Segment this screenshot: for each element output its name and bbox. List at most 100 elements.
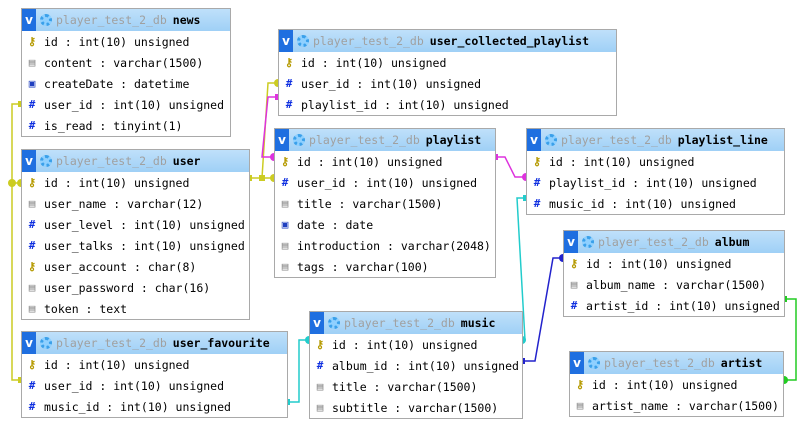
column-row[interactable]: ▤ user_password : char(16) (22, 277, 249, 298)
collapse-toggle-button[interactable]: v (279, 30, 293, 52)
database-name: player_test_2_db (598, 235, 709, 249)
column-row[interactable]: ⚷ id : int(10) unsigned (22, 172, 249, 193)
column-row[interactable]: ▤ tags : varchar(100) (275, 256, 495, 277)
column-label: user_id : int(10) unsigned (44, 97, 225, 112)
column-row[interactable]: ▤ title : varchar(1500) (310, 376, 522, 397)
table-music[interactable]: v player_test_2_db music ⚷ id : int(10) unsi… (309, 311, 523, 419)
column-row[interactable]: ⚷ id : int(10) unsigned (570, 374, 783, 395)
column-row[interactable]: ⚷ id : int(10) unsigned (279, 52, 616, 73)
column-row[interactable]: # artist_id : int(10) unsigned (564, 295, 784, 316)
gear-icon[interactable] (40, 14, 52, 26)
collapse-toggle-button[interactable]: v (310, 312, 324, 334)
collapse-toggle-button[interactable]: v (275, 129, 289, 151)
text-column-icon: ▤ (281, 239, 289, 252)
column-row[interactable]: # user_talks : int(10) unsigned (22, 235, 249, 256)
column-row[interactable]: ⚷ user_account : char(8) (22, 256, 249, 277)
numeric-column-icon: # (28, 98, 36, 111)
column-row[interactable]: # user_id : int(10) unsigned (22, 375, 287, 396)
column-row[interactable]: # user_id : int(10) unsigned (279, 73, 616, 94)
column-row[interactable]: ▤ subtitle : varchar(1500) (310, 397, 522, 418)
table-user-collected-playlist[interactable]: v player_test_2_db user_collected_playlist… (278, 29, 617, 116)
collapse-toggle-button[interactable]: v (527, 129, 541, 151)
table-name: news (172, 13, 201, 27)
table-artist[interactable]: v player_test_2_db artist ⚷ id : int(10) uns… (569, 351, 784, 417)
primary-key-icon: ⚷ (315, 338, 325, 351)
relation-line-playlist[interactable] (495, 156, 526, 178)
table-header[interactable]: v player_test_2_db user_favourite (22, 332, 287, 354)
column-label: playlist_id : int(10) unsigned (301, 97, 509, 112)
table-name: user_favourite (172, 336, 270, 350)
collapse-toggle-button[interactable]: v (22, 9, 36, 31)
gear-icon[interactable] (297, 35, 309, 47)
relation-news-user[interactable] (11, 103, 21, 184)
collapse-toggle-button[interactable]: v (570, 352, 584, 374)
column-row[interactable]: # user_level : int(10) unsigned (22, 214, 249, 235)
column-row[interactable]: ▣ date : date (275, 214, 495, 235)
column-row[interactable]: ▣ createDate : datetime (22, 73, 230, 94)
column-row[interactable]: # album_id : int(10) unsigned (310, 355, 522, 376)
table-playlist-line[interactable]: v player_test_2_db playlist_line ⚷ id : int(… (526, 128, 785, 215)
column-row[interactable]: # music_id : int(10) unsigned (22, 396, 287, 417)
column-row[interactable]: ⚷ id : int(10) unsigned (527, 151, 784, 172)
gear-icon[interactable] (588, 357, 600, 369)
table-header[interactable]: v player_test_2_db album (564, 231, 784, 253)
collapse-toggle-button[interactable]: v (564, 231, 578, 253)
gear-icon[interactable] (328, 317, 340, 329)
column-row[interactable]: ▤ title : varchar(1500) (275, 193, 495, 214)
collapse-toggle-button[interactable]: v (22, 150, 36, 172)
table-header[interactable]: v player_test_2_db artist (570, 352, 783, 374)
column-row[interactable]: ▤ content : varchar(1500) (22, 52, 230, 73)
column-row[interactable]: ⚷ id : int(10) unsigned (275, 151, 495, 172)
table-header[interactable]: v player_test_2_db playlist_line (527, 129, 784, 151)
table-user[interactable]: v player_test_2_db user ⚷ id : int(10) unsig… (21, 149, 250, 320)
column-row[interactable]: ⚷ id : int(10) unsigned (310, 334, 522, 355)
column-row[interactable]: # is_read : tinyint(1) (22, 115, 230, 136)
gear-icon[interactable] (582, 236, 594, 248)
column-row[interactable]: ⚷ id : int(10) unsigned (22, 31, 230, 52)
table-user-favourite[interactable]: v player_test_2_db user_favourite ⚷ id : int… (21, 331, 288, 418)
column-row[interactable]: ▤ artist_name : varchar(1500) (570, 395, 783, 416)
text-column-icon: ▤ (28, 281, 36, 294)
table-header[interactable]: v player_test_2_db news (22, 9, 230, 31)
column-label: artist_id : int(10) unsigned (586, 298, 780, 313)
column-row[interactable]: # user_id : int(10) unsigned (275, 172, 495, 193)
table-header[interactable]: v player_test_2_db user_collected_playlist (279, 30, 616, 52)
relation-music-album[interactable] (522, 257, 563, 362)
gear-icon[interactable] (545, 134, 557, 146)
column-row[interactable]: # music_id : int(10) unsigned (527, 193, 784, 214)
column-row[interactable]: # user_id : int(10) unsigned (22, 94, 230, 115)
relation-favourite-music[interactable] (287, 339, 309, 403)
column-row[interactable]: ⚷ id : int(10) unsigned (564, 253, 784, 274)
database-name: player_test_2_db (56, 336, 167, 350)
table-header[interactable]: v player_test_2_db music (310, 312, 522, 334)
column-row[interactable]: ▤ user_name : varchar(12) (22, 193, 249, 214)
gear-icon[interactable] (40, 337, 52, 349)
column-row[interactable]: # playlist_id : int(10) unsigned (527, 172, 784, 193)
table-news[interactable]: v player_test_2_db news ⚷ id : int(10) unsig… (21, 8, 231, 137)
table-header[interactable]: v player_test_2_db playlist (275, 129, 495, 151)
numeric-column-icon: # (28, 239, 36, 252)
primary-key-icon: ⚷ (27, 358, 37, 371)
table-playlist[interactable]: v player_test_2_db playlist ⚷ id : int(10) u… (274, 128, 496, 278)
date-column-icon: ▣ (281, 218, 289, 231)
database-name: player_test_2_db (313, 34, 424, 48)
column-label: user_password : char(16) (44, 280, 211, 295)
column-label: id : int(10) unsigned (586, 256, 732, 271)
table-album[interactable]: v player_test_2_db album ⚷ id : int(10) unsi… (563, 230, 785, 317)
column-row[interactable]: ▤ token : text (22, 298, 249, 319)
table-header[interactable]: v player_test_2_db user (22, 150, 249, 172)
database-name: player_test_2_db (344, 316, 455, 330)
column-row[interactable]: # playlist_id : int(10) unsigned (279, 94, 616, 115)
relation-user-favourite-user[interactable] (11, 183, 21, 381)
column-label: artist_name : varchar(1500) (592, 398, 779, 413)
column-row[interactable]: ▤ album_name : varchar(1500) (564, 274, 784, 295)
column-label: music_id : int(10) unsigned (549, 196, 736, 211)
collapse-toggle-button[interactable]: v (22, 332, 36, 354)
column-row[interactable]: ⚷ id : int(10) unsigned (22, 354, 287, 375)
numeric-column-icon: # (28, 379, 36, 392)
gear-icon[interactable] (293, 134, 305, 146)
gear-icon[interactable] (40, 155, 52, 167)
relation-album-artist[interactable] (784, 298, 797, 381)
column-row[interactable]: ▤ introduction : varchar(2048) (275, 235, 495, 256)
relation-end-marker (8, 179, 16, 187)
